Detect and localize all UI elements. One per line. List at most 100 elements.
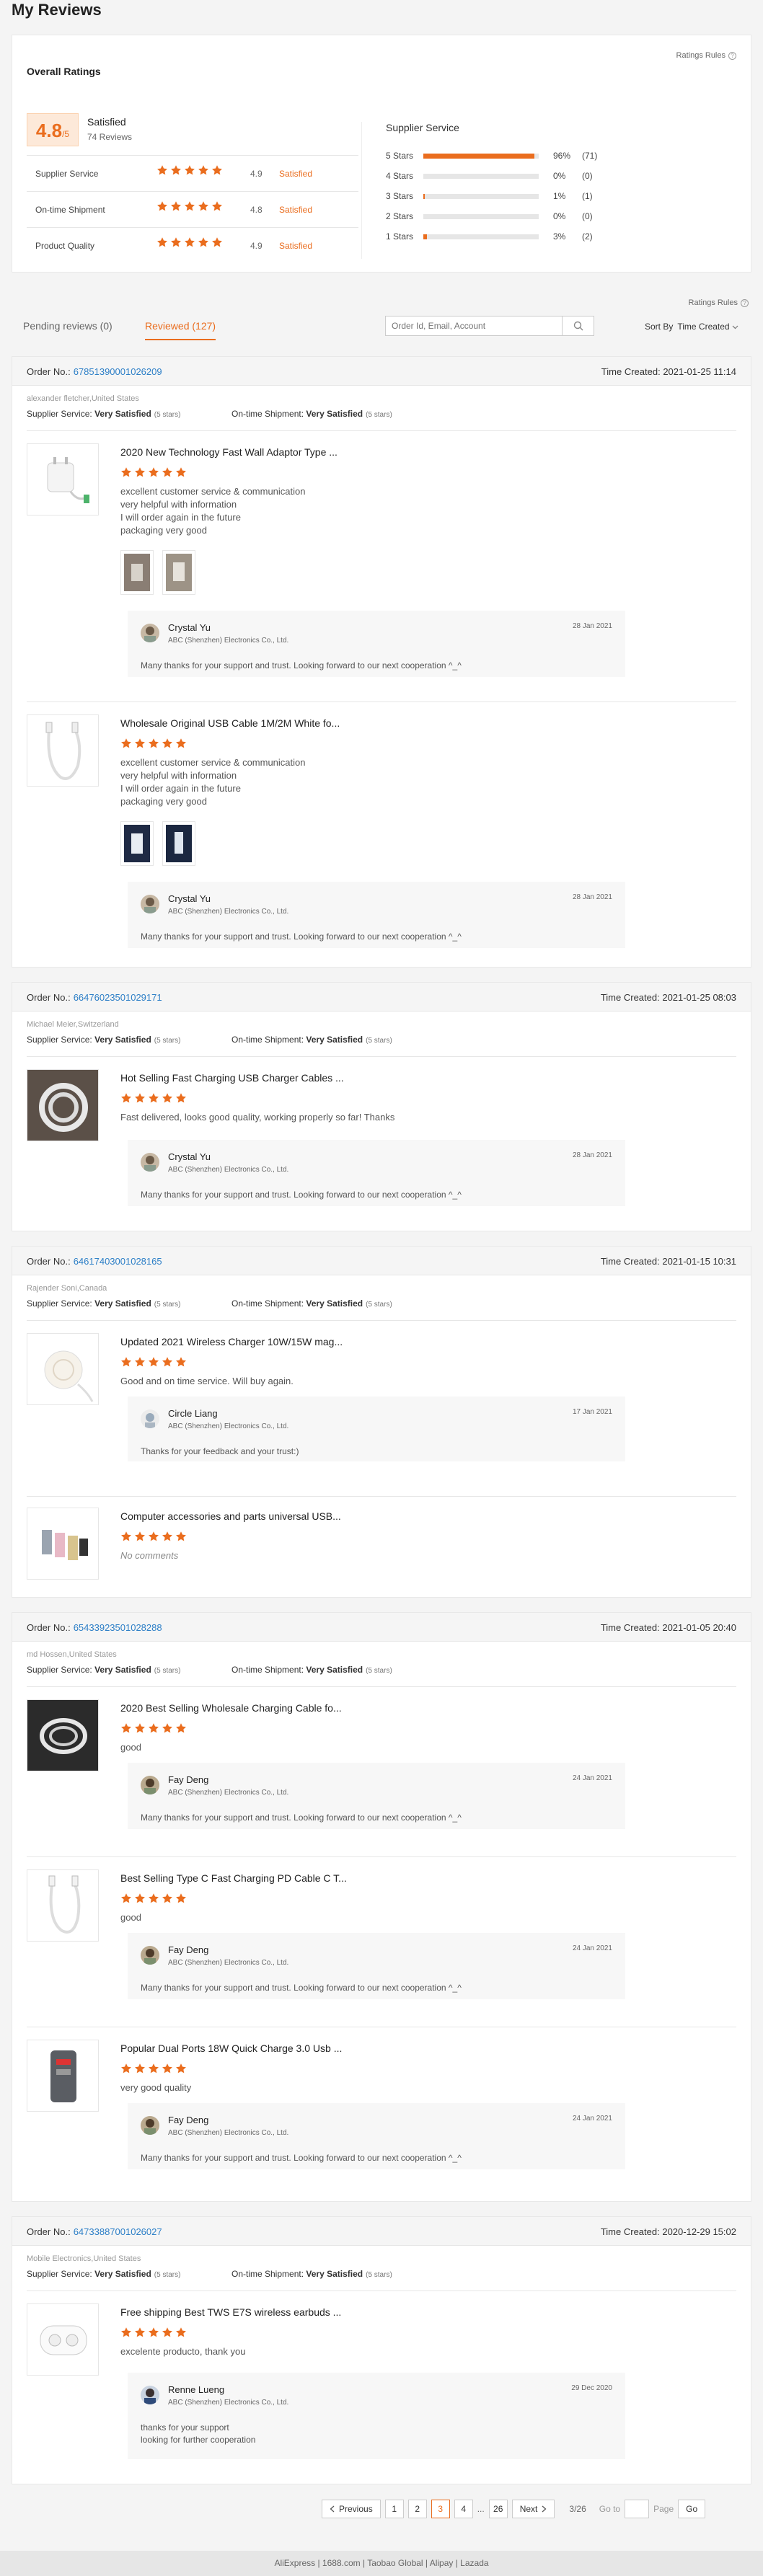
svc-stars: (5 stars) [154, 1301, 181, 1309]
avatar [141, 1153, 159, 1172]
ratings-rules-link[interactable]: Ratings Rules? [676, 51, 736, 60]
star-icon [175, 738, 187, 749]
item-rating-stars [120, 2327, 187, 2338]
time-created-value: 2021-01-25 08:03 [662, 992, 736, 1003]
ratings-rules-link-2[interactable]: Ratings Rules? [689, 298, 749, 307]
help-icon[interactable]: ? [741, 299, 749, 307]
avatar-image [141, 1153, 159, 1172]
star-icon [198, 236, 209, 248]
review-comment: No comments [120, 1550, 179, 1561]
search-input[interactable] [386, 317, 559, 335]
product-thumbnail[interactable] [27, 2303, 99, 2376]
distribution-label: 2 Stars [386, 211, 414, 221]
tab-pending-reviews[interactable]: Pending reviews (0) [23, 320, 113, 339]
item-rating-stars [120, 1893, 187, 1904]
review-photo[interactable] [120, 821, 154, 866]
ratings-rules-label[interactable]: Ratings Rules [689, 298, 738, 307]
svc-value: Very Satisfied [94, 409, 151, 419]
order-number-link[interactable]: 64617403001028165 [74, 1256, 162, 1267]
reply-author: Crystal Yu [168, 622, 211, 633]
page-button[interactable]: 1 [384, 2500, 404, 2518]
supplier-reply: Crystal Yu ABC (Shenzhen) Electronics Co… [128, 1140, 625, 1206]
product-thumbnail[interactable] [27, 1508, 99, 1580]
order-number-link[interactable]: 64733887001026027 [74, 2226, 162, 2237]
page: My Reviews Ratings Rules? Overall Rating… [0, 0, 763, 2576]
product-title[interactable]: Hot Selling Fast Charging USB Charger Ca… [120, 1072, 344, 1084]
distribution-count: (0) [582, 171, 593, 181]
ratings-divider [361, 122, 362, 259]
reply-text: Many thanks for your support and trust. … [141, 931, 462, 942]
product-thumbnail[interactable] [27, 443, 99, 515]
order-header: Order No.: 66476023501029171 Time Created… [12, 983, 751, 1012]
supplier-service-rating: Supplier Service: Very Satisfied (5 stars… [27, 2269, 180, 2279]
sort-value[interactable]: Time Created [677, 322, 729, 332]
ratings-rules-label[interactable]: Ratings Rules [676, 51, 725, 60]
footer-links[interactable]: AliExpress | 1688.com | Taobao Global | … [0, 2551, 763, 2576]
product-thumbnail[interactable] [27, 1869, 99, 1942]
product-thumbnail[interactable] [27, 1069, 99, 1141]
product-title[interactable]: 2020 Best Selling Wholesale Charging Cab… [120, 1702, 342, 1714]
review-item: Wholesale Original USB Cable 1M/2M White… [27, 714, 736, 952]
reply-date: 29 Dec 2020 [571, 2384, 612, 2392]
star-icon [120, 1356, 132, 1368]
star-icon [134, 738, 146, 749]
ship-stars: (5 stars) [366, 2271, 392, 2279]
order-number-link[interactable]: 67851390001026209 [74, 366, 162, 377]
product-thumbnail[interactable] [27, 1333, 99, 1405]
overall-satisfaction: Satisfied [87, 116, 126, 128]
product-title[interactable]: Best Selling Type C Fast Charging PD Cab… [120, 1872, 347, 1884]
divider [27, 701, 736, 702]
go-button[interactable]: Go [678, 2500, 706, 2518]
goto-page-input[interactable] [625, 2500, 650, 2518]
search-button[interactable] [562, 317, 594, 335]
star-icon [156, 236, 168, 248]
divider [27, 1056, 736, 1057]
product-title[interactable]: 2020 New Technology Fast Wall Adaptor Ty… [120, 446, 338, 458]
page-button-current[interactable]: 3 [431, 2500, 450, 2518]
product-thumbnail[interactable] [27, 1699, 99, 1771]
product-title[interactable]: Updated 2021 Wireless Charger 10W/15W ma… [120, 1336, 343, 1347]
product-title[interactable]: Wholesale Original USB Cable 1M/2M White… [120, 717, 340, 729]
star-icon [162, 1722, 173, 1734]
review-photo[interactable] [162, 550, 195, 595]
page-button[interactable]: 26 [488, 2500, 508, 2518]
distribution-bar [423, 234, 539, 239]
metric-stars [156, 236, 223, 248]
tab-reviewed[interactable]: Reviewed (127) [145, 320, 216, 340]
ship-stars: (5 stars) [366, 1037, 392, 1045]
page-button[interactable]: 2 [407, 2500, 427, 2518]
order-header: Order No.: 65433923501028288 Time Created… [12, 1613, 751, 1642]
order-card: Order No.: 66476023501029171 Time Created… [12, 982, 751, 1231]
reply-company: ABC (Shenzhen) Electronics Co., Ltd. [168, 1959, 289, 1967]
order-number-link[interactable]: 65433923501028288 [74, 1622, 162, 1633]
product-thumbnail[interactable] [27, 714, 99, 787]
earbuds-image [40, 2325, 87, 2355]
sort-by[interactable]: Sort By Time Created [645, 322, 738, 332]
product-thumbnail[interactable] [27, 2040, 99, 2112]
help-icon[interactable]: ? [728, 52, 736, 60]
previous-button[interactable]: Previous [322, 2500, 381, 2518]
order-card: Order No.: 67851390001026209 Time Created… [12, 356, 751, 968]
review-comment: excelente producto, thank you [120, 2346, 246, 2357]
review-item: Computer accessories and parts universal… [27, 1508, 736, 1587]
star-icon [134, 1531, 146, 1542]
star-icon [134, 1092, 146, 1104]
reply-author: Fay Deng [168, 1774, 209, 1785]
review-photo[interactable] [120, 550, 154, 595]
pager-ellipsis: ... [477, 2504, 485, 2514]
review-photo[interactable] [162, 821, 195, 866]
product-title[interactable]: Free shipping Best TWS E7S wireless earb… [120, 2306, 341, 2318]
order-number: Order No.: 66476023501029171 [27, 992, 162, 1003]
review-item: 2020 Best Selling Wholesale Charging Cab… [27, 1699, 736, 1851]
product-title[interactable]: Computer accessories and parts universal… [120, 1510, 341, 1522]
distribution-percent: 1% [553, 191, 566, 201]
order-header: Order No.: 64733887001026027 Time Created… [12, 2217, 751, 2246]
time-created-value: 2021-01-25 11:14 [663, 366, 736, 377]
avatar [141, 2386, 159, 2404]
divider [27, 1856, 736, 1857]
next-button[interactable]: Next [511, 2500, 555, 2518]
page-title: My Reviews [12, 1, 102, 19]
order-number-link[interactable]: 66476023501029171 [74, 992, 162, 1003]
page-button[interactable]: 4 [454, 2500, 473, 2518]
product-title[interactable]: Popular Dual Ports 18W Quick Charge 3.0 … [120, 2042, 342, 2054]
